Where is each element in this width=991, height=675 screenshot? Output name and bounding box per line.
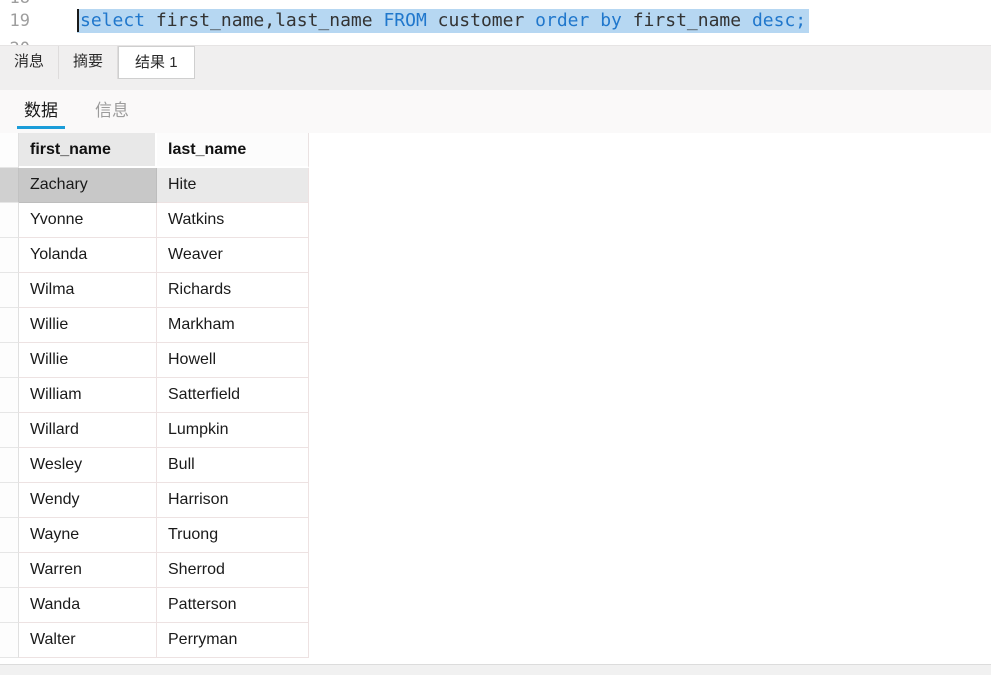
grid-cell[interactable]: Willard: [19, 413, 157, 448]
sql-token-plain: customer: [438, 10, 536, 31]
sql-token-plain: first_name,last_name: [156, 10, 384, 31]
sql-token-keyword: FROM: [383, 10, 437, 31]
grid-cell[interactable]: Sherrod: [157, 553, 309, 588]
grid-cell[interactable]: Howell: [157, 343, 309, 378]
grid-cell[interactable]: Watkins: [157, 203, 309, 238]
subtab-data[interactable]: 数据: [17, 98, 65, 129]
result-tab-bar: 消息摘要结果 1: [0, 45, 991, 90]
grid-cell[interactable]: Willie: [19, 308, 157, 343]
editor-line-current: 19 select first_name,last_name FROM cust…: [0, 8, 991, 34]
row-gutter[interactable]: [0, 483, 19, 518]
table-row: WilmaRichards: [0, 273, 309, 308]
grid-cell[interactable]: Wayne: [19, 518, 157, 553]
grid-cell[interactable]: Bull: [157, 448, 309, 483]
sql-token-plain: first_name: [633, 10, 752, 31]
line-number: 19: [0, 8, 30, 34]
grid-cell[interactable]: Yolanda: [19, 238, 157, 273]
grid-cell[interactable]: William: [19, 378, 157, 413]
query-result-window: 18 19 select first_name,last_name FROM c…: [0, 0, 991, 675]
row-gutter[interactable]: [0, 168, 19, 203]
sql-token-keyword: desc;: [752, 10, 806, 31]
row-gutter[interactable]: [0, 413, 19, 448]
grid-cell[interactable]: Weaver: [157, 238, 309, 273]
grid-cell[interactable]: Wesley: [19, 448, 157, 483]
grid-cell[interactable]: Markham: [157, 308, 309, 343]
grid-cell[interactable]: Lumpkin: [157, 413, 309, 448]
table-row: WalterPerryman: [0, 623, 309, 658]
grid-cell[interactable]: Warren: [19, 553, 157, 588]
grid-cell[interactable]: Satterfield: [157, 378, 309, 413]
grid-cell[interactable]: Yvonne: [19, 203, 157, 238]
subtab-info[interactable]: 信息: [88, 98, 136, 129]
grid-cell[interactable]: Zachary: [19, 168, 157, 203]
table-row: WendyHarrison: [0, 483, 309, 518]
view-tab-bar: 数据信息: [0, 90, 991, 133]
grid-cell[interactable]: Willie: [19, 343, 157, 378]
grid-cell[interactable]: Perryman: [157, 623, 309, 658]
sql-statement-selected-text[interactable]: select first_name,last_name FROM custome…: [77, 9, 809, 33]
tab-messages[interactable]: 消息: [0, 46, 59, 79]
table-row: WandaPatterson: [0, 588, 309, 623]
row-gutter[interactable]: [0, 553, 19, 588]
row-gutter[interactable]: [0, 588, 19, 623]
row-gutter[interactable]: [0, 203, 19, 238]
table-row: YvonneWatkins: [0, 203, 309, 238]
grid-cell[interactable]: Wendy: [19, 483, 157, 518]
editor-line: 20: [0, 36, 991, 45]
sql-token-keyword: order by: [535, 10, 633, 31]
grid-cell[interactable]: Richards: [157, 273, 309, 308]
grid-header-row: first_namelast_name: [0, 133, 309, 168]
grid-cell[interactable]: Truong: [157, 518, 309, 553]
grid-cell[interactable]: Wanda: [19, 588, 157, 623]
grid-body: ZacharyHiteYvonneWatkinsYolandaWeaverWil…: [0, 168, 309, 658]
sql-token-keyword: select: [80, 10, 156, 31]
row-gutter[interactable]: [0, 273, 19, 308]
horizontal-scrollbar[interactable]: [0, 664, 991, 675]
table-row: WarrenSherrod: [0, 553, 309, 588]
grid-cell[interactable]: Harrison: [157, 483, 309, 518]
grid-cell[interactable]: Wilma: [19, 273, 157, 308]
table-row: WayneTruong: [0, 518, 309, 553]
row-gutter[interactable]: [0, 308, 19, 343]
table-row: WilliamSatterfield: [0, 378, 309, 413]
row-gutter[interactable]: [0, 378, 19, 413]
line-number: 20: [0, 36, 30, 45]
tab-summary[interactable]: 摘要: [59, 46, 118, 79]
row-gutter[interactable]: [0, 623, 19, 658]
result-grid: first_namelast_name ZacharyHiteYvonneWat…: [0, 133, 309, 658]
table-row: WillardLumpkin: [0, 413, 309, 448]
row-gutter[interactable]: [0, 518, 19, 553]
grid-cell[interactable]: Walter: [19, 623, 157, 658]
table-row: ZacharyHite: [0, 168, 309, 203]
text-cursor: [77, 9, 79, 32]
grid-cell[interactable]: Hite: [157, 168, 309, 203]
table-row: WesleyBull: [0, 448, 309, 483]
column-header-first_name[interactable]: first_name: [19, 133, 157, 168]
column-header-last_name[interactable]: last_name: [157, 133, 309, 168]
row-gutter[interactable]: [0, 238, 19, 273]
sql-editor[interactable]: 18 19 select first_name,last_name FROM c…: [0, 0, 991, 45]
tab-result-1[interactable]: 结果 1: [118, 46, 195, 79]
row-gutter[interactable]: [0, 448, 19, 483]
grid-cell[interactable]: Patterson: [157, 588, 309, 623]
table-row: YolandaWeaver: [0, 238, 309, 273]
table-row: WillieMarkham: [0, 308, 309, 343]
table-row: WillieHowell: [0, 343, 309, 378]
row-gutter[interactable]: [0, 343, 19, 378]
row-gutter-header[interactable]: [0, 133, 19, 168]
